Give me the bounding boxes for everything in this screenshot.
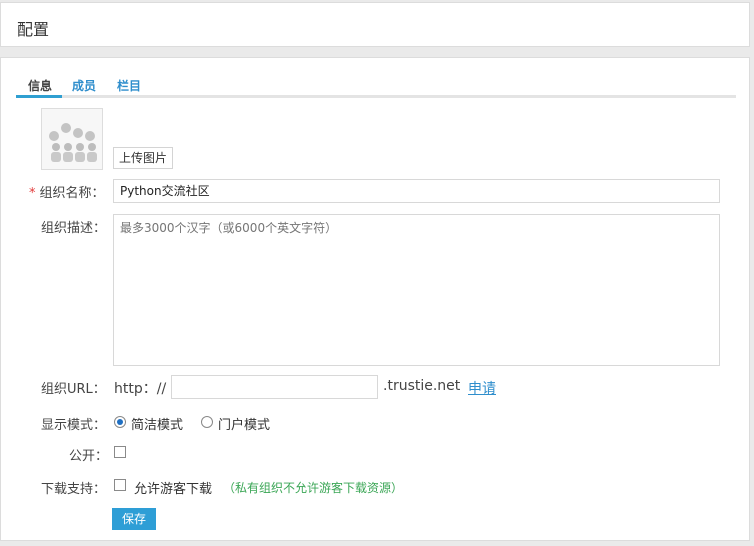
org-name-input[interactable]: Python交流社区 xyxy=(113,179,720,203)
display-mode-portal-label: 门户模式 xyxy=(218,418,271,433)
active-tab-indicator xyxy=(16,95,62,98)
page-title: 配置 xyxy=(17,20,50,39)
required-mark: * xyxy=(29,186,36,201)
allow-guest-download-checkbox[interactable] xyxy=(114,479,126,491)
display-mode-simple-label: 简洁模式 xyxy=(131,418,184,433)
public-label: 公开： xyxy=(69,449,109,464)
org-url-label: 组织URL： xyxy=(41,382,106,397)
save-button[interactable]: 保存 xyxy=(112,508,156,530)
public-checkbox[interactable] xyxy=(114,446,126,458)
group-people-icon xyxy=(49,123,97,162)
display-mode-simple-radio[interactable] xyxy=(114,416,126,428)
org-description-textarea[interactable] xyxy=(113,214,720,366)
apply-url-link[interactable]: 申请 xyxy=(468,378,496,398)
tab-bar: 信息 成员 栏目 xyxy=(16,76,736,98)
allow-guest-download-label: 允许游客下载 xyxy=(134,482,213,497)
tab-members[interactable]: 成员 xyxy=(72,77,96,94)
group-avatar xyxy=(41,108,103,170)
url-prefix: http：// xyxy=(114,381,167,397)
config-form-panel: 信息 成员 栏目 上传图片 *组织名称： Python交流社区 组织描述： 组织… xyxy=(0,57,750,541)
tab-columns[interactable]: 栏目 xyxy=(117,77,141,94)
tab-info[interactable]: 信息 xyxy=(28,77,52,94)
download-hint: （私有组织不允许游客下载资源） xyxy=(223,481,404,495)
upload-image-button[interactable]: 上传图片 xyxy=(113,147,174,169)
url-suffix: .trustie.net xyxy=(383,378,461,394)
org-name-label: * 组织名称： xyxy=(29,186,105,201)
download-support-label: 下载支持： xyxy=(41,482,107,497)
org-description-label: 组织描述： xyxy=(41,221,107,236)
config-header-panel: 配置 xyxy=(0,2,750,47)
org-url-input[interactable] xyxy=(171,375,378,399)
display-mode-label: 显示模式： xyxy=(41,418,107,433)
display-mode-portal-radio[interactable] xyxy=(201,416,213,428)
